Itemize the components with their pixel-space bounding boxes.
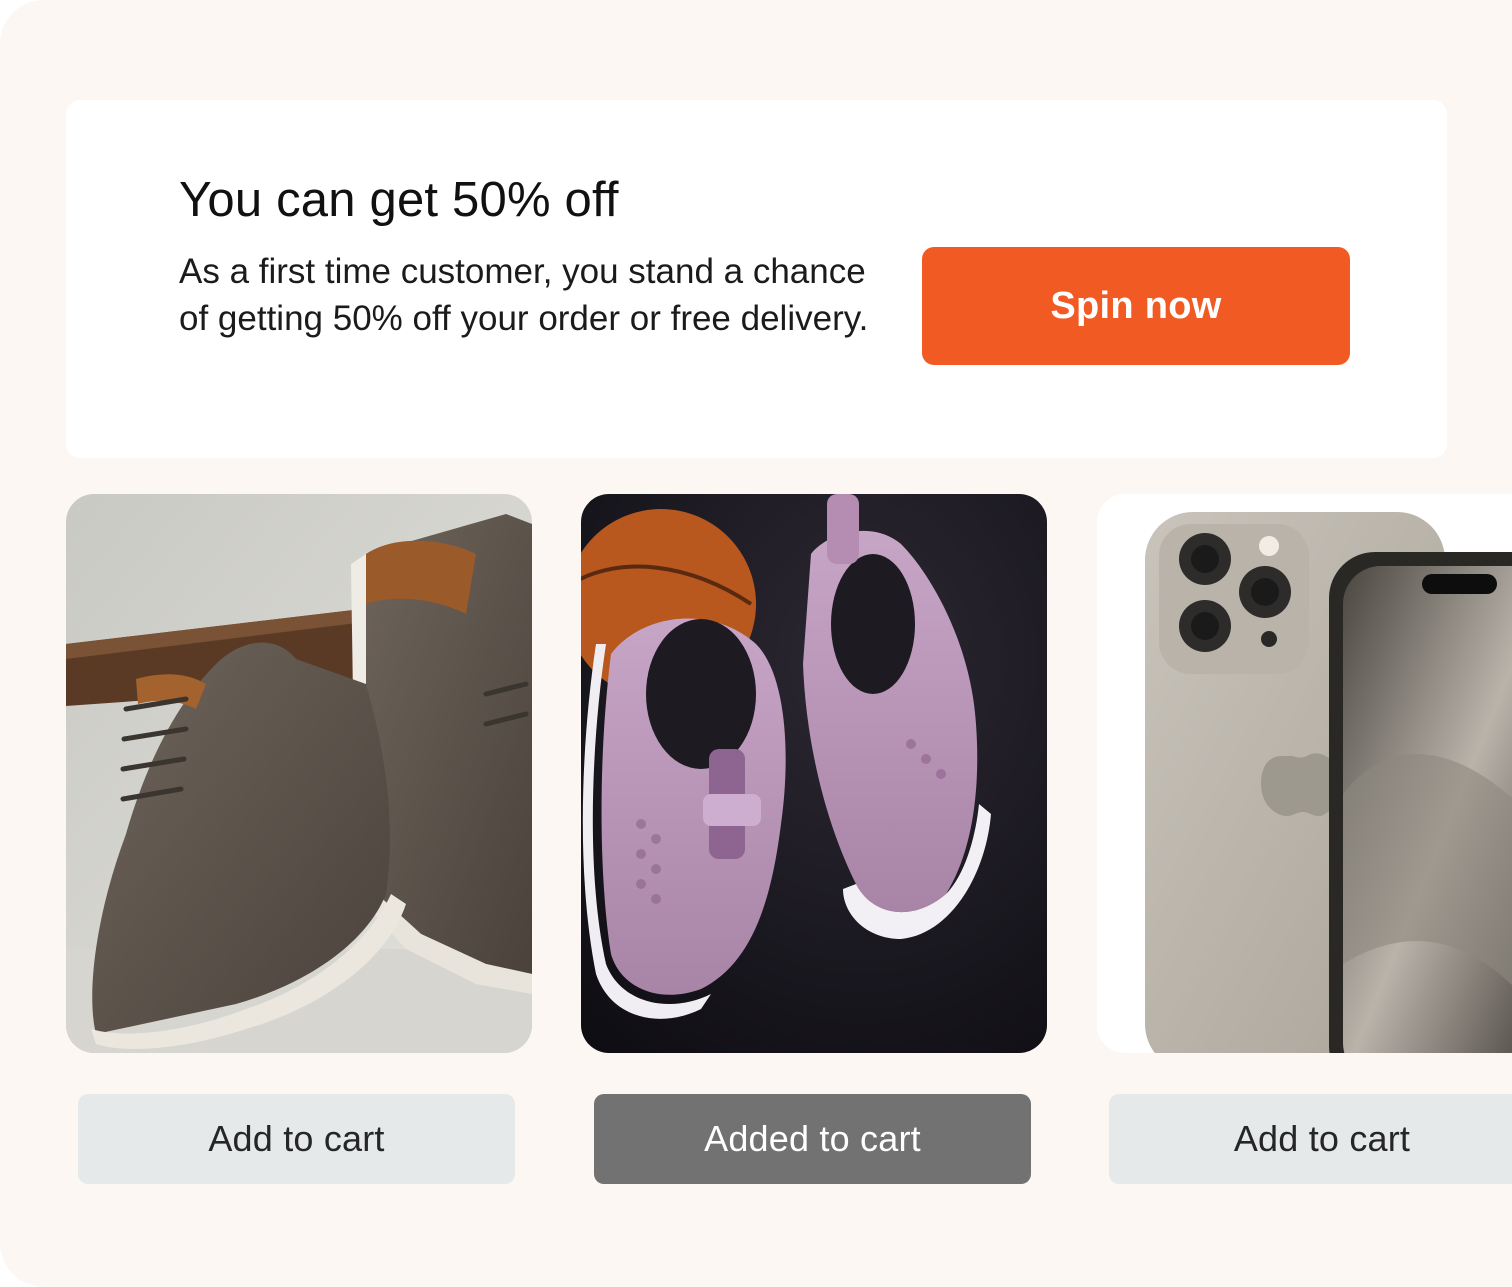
added-to-cart-button[interactable]: Added to cart <box>594 1094 1031 1184</box>
spin-now-button[interactable]: Spin now <box>922 247 1350 365</box>
promo-description: As a first time customer, you stand a ch… <box>179 252 869 338</box>
page-frame: You can get 50% off As a first time cust… <box>0 0 1512 1287</box>
product-image-lilac-sneakers[interactable] <box>581 494 1047 1053</box>
add-to-cart-button[interactable]: Add to cart <box>1109 1094 1512 1184</box>
smartphone-illustration <box>1097 494 1512 1053</box>
brown-sneakers-illustration <box>66 494 532 1053</box>
promo-card: You can get 50% off As a first time cust… <box>66 100 1447 458</box>
promo-title: You can get 50% off <box>179 173 619 227</box>
lilac-sneakers-illustration <box>581 494 1047 1053</box>
product-image-smartphone[interactable] <box>1097 494 1512 1053</box>
add-to-cart-button[interactable]: Add to cart <box>78 1094 515 1184</box>
product-image-brown-sneakers[interactable] <box>66 494 532 1053</box>
